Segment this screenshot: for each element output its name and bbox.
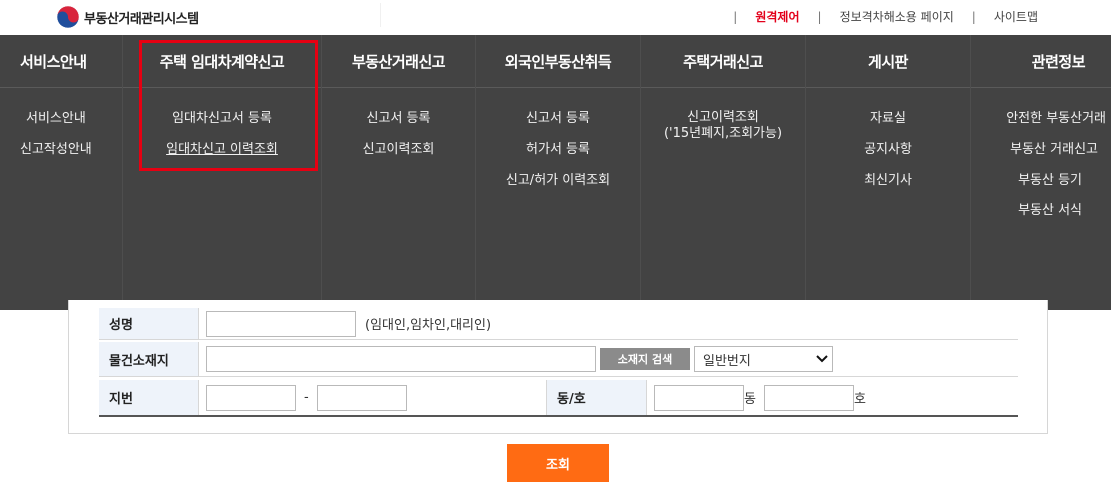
- submenu-notice[interactable]: 공지사항: [806, 134, 970, 165]
- form-row-name: 성명 (임대인,임차인,대리인): [99, 308, 1018, 340]
- submenu-safe-trade[interactable]: 안전한 부동산거래: [971, 103, 1106, 134]
- gnb-menu-related: 관련정보 안전한 부동산거래 부동산 거래신고 부동산 등기 부동산 서식: [970, 35, 1111, 310]
- accessibility-page-link[interactable]: 정보격차해소용 페이지: [840, 8, 954, 25]
- dong-input[interactable]: [654, 384, 744, 411]
- ho-unit: 호: [853, 392, 866, 407]
- address-cell: 소재지 검색 일반번지: [199, 342, 1018, 376]
- lot-main-input[interactable]: [206, 384, 296, 411]
- ho-input[interactable]: [763, 384, 854, 411]
- lot-label: 지번: [99, 380, 199, 415]
- gnb-title-related[interactable]: 관련정보: [971, 35, 1111, 88]
- separator: |: [971, 9, 976, 24]
- name-input[interactable]: [206, 310, 356, 337]
- gnb-title-service[interactable]: 서비스안내: [0, 35, 122, 88]
- separator: |: [817, 9, 822, 24]
- submenu-service-guide[interactable]: 서비스안내: [20, 103, 122, 134]
- submenu-library[interactable]: 자료실: [806, 103, 970, 134]
- name-hint: (임대인,임차인,대리인): [365, 318, 492, 333]
- dong-ho-label: 동/호: [546, 380, 647, 415]
- gnb-menu-lease: 주택 임대차계약신고 임대차신고서 등록 임대차신고 이력조회: [122, 35, 321, 310]
- gnb-title-board[interactable]: 게시판: [806, 35, 970, 88]
- submenu-foreigner-history[interactable]: 신고/허가 이력조회: [476, 165, 640, 196]
- chevron-down-icon: [816, 355, 828, 363]
- top-bar: 부동산거래관리시스템 | 원격제어 | 정보격차해소용 페이지 | 사이트맵: [0, 0, 1111, 35]
- site-logo[interactable]: 부동산거래관리시스템: [56, 5, 199, 29]
- submenu-housing-history-note: ('15년폐지,조회가능): [663, 126, 783, 141]
- gnb-title-housing[interactable]: 주택거래신고: [641, 35, 805, 88]
- submenu-registry[interactable]: 부동산 등기: [971, 165, 1106, 196]
- submenu-trade-report-info[interactable]: 부동산 거래신고: [971, 134, 1106, 165]
- form-row-lot: 지번 - 동/호 동 호: [99, 380, 1018, 417]
- dong-unit: 동: [744, 392, 756, 407]
- address-type-value: 일반번지: [703, 353, 751, 369]
- search-submit-button[interactable]: 조회: [507, 444, 609, 482]
- logo-text: 부동산거래관리시스템: [84, 11, 199, 27]
- gnb-menu-board: 게시판 자료실 공지사항 최신기사: [805, 35, 970, 310]
- gnb-title-lease[interactable]: 주택 임대차계약신고: [123, 35, 321, 88]
- gnb-menu-housing: 주택거래신고 신고이력조회 ('15년폐지,조회가능): [640, 35, 805, 310]
- lot-separator: -: [304, 390, 309, 405]
- submenu-forms[interactable]: 부동산 서식: [971, 196, 1106, 226]
- name-cell: (임대인,임차인,대리인): [199, 308, 1018, 339]
- address-search-button[interactable]: 소재지 검색: [600, 348, 690, 370]
- submenu-lease-history[interactable]: 임대차신고 이력조회: [123, 134, 321, 165]
- separator: |: [733, 9, 738, 24]
- gnb-title-trade[interactable]: 부동산거래신고: [322, 35, 475, 88]
- top-blank-area: [380, 3, 686, 27]
- submenu-news[interactable]: 최신기사: [806, 165, 970, 196]
- global-navigation: 서비스안내 서비스안내 신고작성안내 주택 임대차계약신고 임대차신고서 등록 …: [0, 35, 1111, 310]
- submenu-housing-history-label: 신고이력조회: [687, 110, 759, 125]
- government-emblem-icon: [56, 5, 80, 29]
- submenu-foreigner-permit[interactable]: 허가서 등록: [476, 134, 640, 165]
- remote-control-link[interactable]: 원격제어: [755, 8, 799, 25]
- form-row-address: 물건소재지 소재지 검색 일반번지: [99, 342, 1018, 377]
- name-label: 성명: [99, 308, 199, 339]
- gnb-menu-service: 서비스안내 서비스안내 신고작성안내: [0, 35, 122, 310]
- gnb-menu-trade: 부동산거래신고 신고서 등록 신고이력조회: [321, 35, 475, 310]
- submenu-foreigner-report[interactable]: 신고서 등록: [476, 103, 640, 134]
- address-type-select[interactable]: 일반번지: [694, 346, 833, 372]
- submenu-trade-history[interactable]: 신고이력조회: [322, 134, 475, 165]
- submenu-trade-register[interactable]: 신고서 등록: [322, 103, 475, 134]
- submenu-housing-history[interactable]: 신고이력조회 ('15년폐지,조회가능): [641, 103, 805, 142]
- sitemap-link[interactable]: 사이트맵: [994, 8, 1038, 25]
- gnb-title-foreigner[interactable]: 외국인부동산취득: [476, 35, 640, 88]
- lot-sub-input[interactable]: [316, 384, 407, 411]
- utility-links: | 원격제어 | 정보격차해소용 페이지 | 사이트맵: [715, 0, 1111, 33]
- gnb-menu-foreigner: 외국인부동산취득 신고서 등록 허가서 등록 신고/허가 이력조회: [475, 35, 640, 310]
- submenu-writing-guide[interactable]: 신고작성안내: [20, 134, 122, 165]
- submenu-lease-register[interactable]: 임대차신고서 등록: [123, 103, 321, 134]
- dong-ho-cell: 동 호: [647, 380, 1018, 415]
- address-label: 물건소재지: [99, 342, 199, 376]
- address-input[interactable]: [206, 346, 596, 372]
- lot-cell: -: [199, 380, 546, 415]
